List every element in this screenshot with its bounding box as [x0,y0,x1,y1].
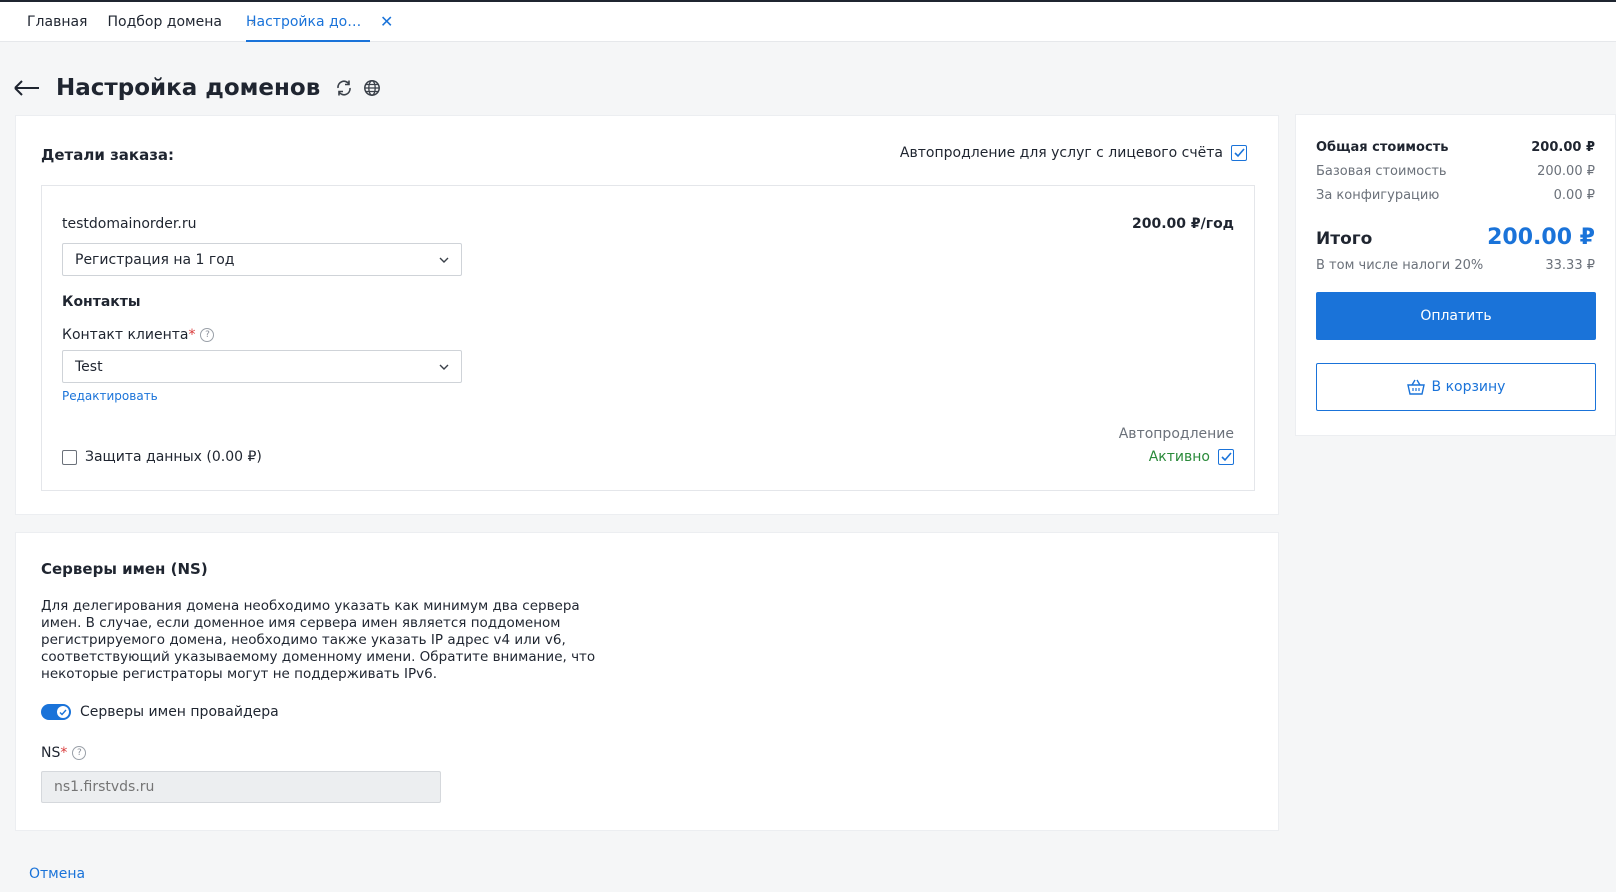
contact-select[interactable]: Test [62,350,462,383]
cancel-link[interactable]: Отмена [29,866,85,882]
chevron-down-icon [439,364,449,370]
close-icon[interactable]: ✕ [380,12,393,31]
total-cost-row: Общая стоимость 200.00 ₽ [1316,140,1595,155]
check-icon [57,706,69,718]
data-protection-checkbox[interactable] [62,449,77,465]
total-value: 200.00 ₽ [1487,225,1595,250]
domain-name: testdomainorder.ru [62,216,197,232]
chevron-down-icon [439,257,449,263]
basket-icon [1406,379,1425,395]
data-protection-option: Защита данных (0.00 ₽) [62,449,262,465]
contact-field-label: Контакт клиента * ? [62,327,215,343]
config-cost-label: За конфигурацию [1316,188,1440,203]
total-cost-value: 200.00 ₽ [1531,140,1595,155]
tab-domain-settings[interactable]: Настройка доме... [246,2,370,42]
nameservers-card: Серверы имен (NS) Для делегирования доме… [15,532,1279,831]
tax-label: В том числе налоги 20% [1316,258,1484,273]
help-icon[interactable]: ? [200,328,215,342]
domain-price: 200.00 ₽/год [1132,216,1234,232]
help-icon[interactable]: ? [72,746,87,760]
total-row: Итого 200.00 ₽ [1316,225,1595,250]
refresh-icon[interactable] [334,78,354,98]
total-label: Итого [1316,229,1373,249]
data-protection-label: Защита данных (0.00 ₽) [85,449,262,465]
required-mark: * [188,327,196,343]
provider-ns-toggle[interactable] [41,704,71,720]
period-select-value: Регистрация на 1 год [75,251,235,268]
top-nav-bar: Главная Подбор домена › Настройка доме..… [0,0,1616,42]
order-details-card: Детали заказа: Автопродление для услуг с… [15,115,1279,515]
ns-field-label: NS * ? [41,745,87,761]
provider-ns-toggle-row: Серверы имен провайдера [41,704,279,720]
pay-button[interactable]: Оплатить [1316,292,1596,340]
contact-select-value: Test [75,358,103,375]
page-title: Настройка доменов [56,75,321,101]
domain-autorenew-status: Активно [1149,449,1234,465]
base-cost-row: Базовая стоимость 200.00 ₽ [1316,164,1595,179]
total-cost-label: Общая стоимость [1316,140,1449,155]
domain-autorenew-checkbox[interactable] [1218,449,1234,465]
arrow-left-icon[interactable] [14,75,42,101]
autorenew-status-text: Активно [1148,449,1210,465]
ns-label-text: NS [41,745,61,761]
config-cost-row: За конфигурацию 0.00 ₽ [1316,188,1595,203]
contact-label-text: Контакт клиента [62,327,189,343]
required-mark: * [60,745,68,761]
edit-contact-link[interactable]: Редактировать [62,389,158,403]
ns-input[interactable] [41,771,441,803]
global-autorenew-checkbox[interactable] [1231,145,1247,161]
contacts-heading: Контакты [62,294,141,310]
nameservers-title: Серверы имен (NS) [41,560,208,578]
nameservers-description: Для делегирования домена необходимо указ… [41,598,596,682]
period-select[interactable]: Регистрация на 1 год [62,243,462,276]
nav-domain-search-link[interactable]: Подбор домена [107,14,221,30]
page-header: Настройка доменов [14,70,382,106]
add-to-cart-button[interactable]: В корзину [1316,363,1596,411]
nav-home-link[interactable]: Главная [27,14,87,30]
tax-value: 33.33 ₽ [1545,258,1595,273]
base-cost-value: 200.00 ₽ [1537,164,1595,179]
global-autorenew-label: Автопродление для услуг с лицевого счёта [899,145,1223,161]
base-cost-label: Базовая стоимость [1316,164,1447,179]
order-summary-card: Общая стоимость 200.00 ₽ Базовая стоимос… [1295,114,1616,436]
domain-item: testdomainorder.ru 200.00 ₽/год Регистра… [41,185,1255,491]
globe-icon[interactable] [362,78,382,98]
provider-ns-label: Серверы имен провайдера [80,704,279,720]
tax-row: В том числе налоги 20% 33.33 ₽ [1316,258,1595,273]
config-cost-value: 0.00 ₽ [1553,188,1595,203]
domain-autorenew-label: Автопродление [1118,426,1234,442]
add-to-cart-label: В корзину [1431,379,1506,395]
breadcrumb: Главная Подбор домена › [27,14,263,30]
global-autorenew: Автопродление для услуг с лицевого счёта [900,145,1247,161]
order-details-title: Детали заказа: [41,146,175,164]
